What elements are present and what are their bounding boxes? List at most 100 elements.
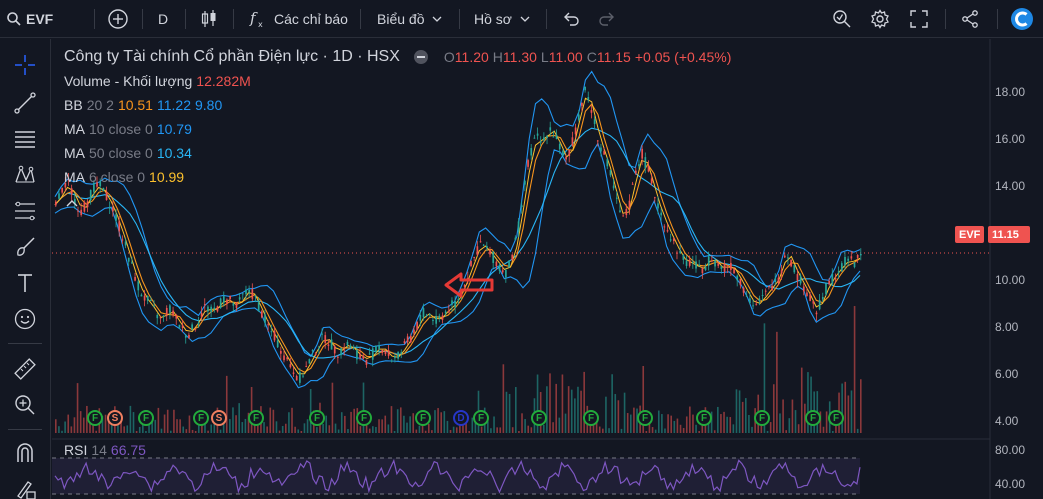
legend-bb[interactable]: BB 20 2 10.51 11.22 9.80 bbox=[64, 97, 222, 113]
volume-bar bbox=[782, 399, 784, 433]
volume-bar bbox=[493, 416, 495, 433]
event-marker-f[interactable]: F bbox=[637, 410, 653, 426]
trend-line-tool[interactable] bbox=[9, 87, 41, 119]
event-marker-d[interactable]: D bbox=[453, 410, 469, 426]
compare-add-button[interactable] bbox=[107, 0, 129, 38]
ma6-value: 10.99 bbox=[149, 169, 185, 185]
volume-bar bbox=[173, 409, 175, 433]
volume-bar bbox=[427, 423, 430, 433]
volume-value: 12.282M bbox=[196, 73, 251, 89]
candle-body bbox=[203, 304, 206, 306]
profile-dropdown[interactable]: Hồ sơ bbox=[474, 0, 530, 38]
candle-body bbox=[739, 278, 742, 286]
app-logo[interactable] bbox=[1010, 0, 1034, 38]
measure-tool[interactable] bbox=[9, 353, 41, 385]
candle-body bbox=[821, 296, 824, 300]
interval-button[interactable]: D bbox=[158, 0, 168, 38]
brush-tool[interactable] bbox=[9, 231, 41, 263]
candle-body bbox=[169, 305, 171, 313]
event-marker-s[interactable]: S bbox=[107, 410, 123, 426]
legend-collapse-toggle[interactable] bbox=[66, 194, 78, 212]
volume-bar bbox=[303, 423, 306, 433]
magnet-tool[interactable] bbox=[9, 437, 41, 469]
volume-bar bbox=[406, 422, 408, 433]
volume-bar bbox=[160, 428, 163, 433]
candle-body bbox=[622, 215, 625, 217]
candle-body bbox=[102, 187, 105, 192]
candle-body bbox=[137, 281, 140, 291]
legend-volume[interactable]: Volume - Khối lượng 12.282M bbox=[64, 73, 251, 89]
candle-body bbox=[552, 136, 555, 138]
fullscreen-button[interactable] bbox=[910, 0, 928, 38]
event-marker-f[interactable]: F bbox=[696, 410, 712, 426]
volume-bar bbox=[645, 431, 648, 433]
candle-body bbox=[280, 350, 282, 354]
candle-body bbox=[568, 150, 571, 156]
event-marker-f[interactable]: F bbox=[87, 410, 103, 426]
volume-bar bbox=[676, 418, 679, 433]
volume-bar bbox=[185, 429, 188, 433]
legend-ma50[interactable]: MA 50 close 0 10.34 bbox=[64, 145, 192, 161]
legend-rsi[interactable]: RSI 14 66.75 bbox=[64, 442, 146, 458]
volume-bar bbox=[832, 431, 834, 433]
legend-ma10[interactable]: MA 10 close 0 10.79 bbox=[64, 121, 192, 137]
candle-body bbox=[213, 307, 216, 310]
event-marker-f[interactable]: F bbox=[356, 410, 372, 426]
event-marker-f[interactable]: F bbox=[828, 410, 844, 426]
candle-body bbox=[609, 169, 612, 176]
candle-body bbox=[717, 263, 720, 266]
volume-bar bbox=[844, 381, 847, 433]
event-marker-f[interactable]: F bbox=[193, 410, 209, 426]
symbol-label: EVF bbox=[26, 11, 54, 27]
event-marker-f[interactable]: F bbox=[754, 410, 770, 426]
volume-bar bbox=[288, 412, 290, 433]
volume-bar bbox=[841, 383, 843, 433]
volume-bar bbox=[723, 411, 725, 433]
pattern-tool[interactable] bbox=[9, 159, 41, 191]
legend-ma6[interactable]: MA 6 close 0 10.99 bbox=[64, 169, 184, 185]
volume-bar bbox=[334, 423, 337, 433]
symbol-search-button[interactable]: EVF bbox=[6, 0, 53, 38]
zoom-in-tool[interactable] bbox=[9, 389, 41, 421]
event-marker-f[interactable]: F bbox=[805, 410, 821, 426]
volume-bar bbox=[157, 407, 160, 433]
candle-style-button[interactable] bbox=[200, 0, 218, 38]
volume-bar bbox=[657, 410, 660, 433]
candle-body bbox=[441, 315, 444, 320]
candle-body bbox=[489, 250, 491, 255]
candle-body bbox=[505, 269, 507, 278]
volume-bar bbox=[340, 412, 343, 433]
event-marker-f[interactable]: F bbox=[415, 410, 431, 426]
settings-button[interactable] bbox=[870, 0, 890, 38]
chart-type-dropdown[interactable]: Biểu đồ bbox=[377, 0, 442, 38]
redo-button[interactable] bbox=[598, 0, 616, 38]
event-marker-f[interactable]: F bbox=[248, 410, 264, 426]
volume-bar bbox=[661, 414, 663, 433]
candle-body bbox=[55, 201, 57, 206]
event-marker-f[interactable]: F bbox=[309, 410, 325, 426]
volume-bar bbox=[166, 409, 169, 433]
volume-bar bbox=[238, 403, 240, 433]
fib-tool[interactable] bbox=[9, 195, 41, 227]
event-marker-f[interactable]: F bbox=[531, 410, 547, 426]
hide-legend-button[interactable] bbox=[413, 50, 428, 64]
undo-button[interactable] bbox=[562, 0, 580, 38]
candle-body bbox=[273, 331, 276, 341]
quick-search-button[interactable] bbox=[832, 0, 852, 38]
indicators-button[interactable]: fx Các chỉ báo bbox=[249, 0, 348, 38]
event-marker-f[interactable]: F bbox=[473, 410, 489, 426]
rsi-axis-label: 40.00 bbox=[995, 477, 1026, 491]
volume-bar bbox=[468, 431, 470, 433]
event-marker-f[interactable]: F bbox=[583, 410, 599, 426]
volume-bar bbox=[521, 413, 523, 433]
event-marker-f[interactable]: F bbox=[138, 410, 154, 426]
candle-body bbox=[666, 230, 669, 232]
event-marker-s[interactable]: S bbox=[211, 410, 227, 426]
text-tool[interactable] bbox=[9, 267, 41, 299]
crosshair-tool[interactable] bbox=[9, 49, 41, 81]
lock-tool[interactable] bbox=[9, 473, 41, 499]
share-button[interactable] bbox=[960, 0, 980, 38]
candle-body bbox=[289, 364, 292, 368]
horizontal-lines-tool[interactable] bbox=[9, 123, 41, 155]
emoji-tool[interactable] bbox=[9, 303, 41, 335]
